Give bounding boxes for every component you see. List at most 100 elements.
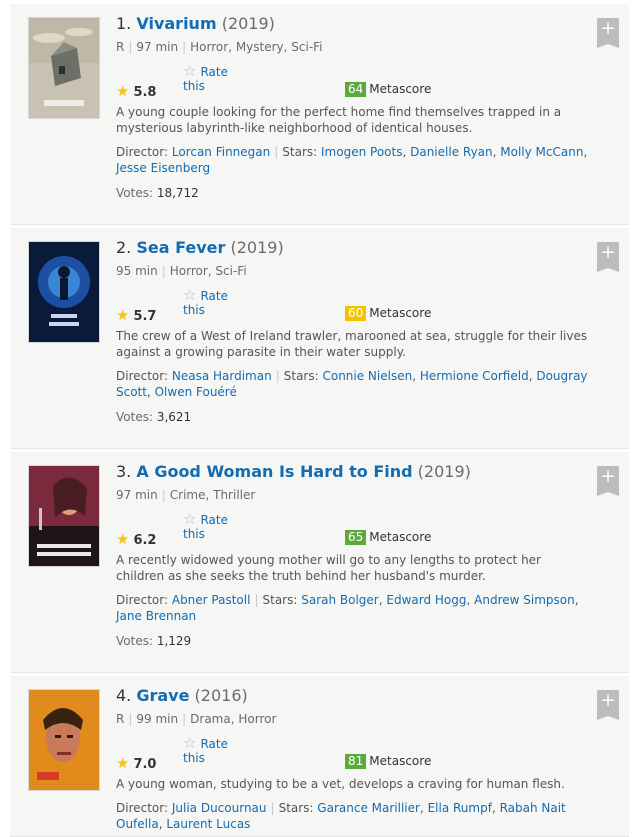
rate-label: Rate [200, 289, 228, 303]
metascore-label: Metascore [369, 306, 432, 320]
rating-value: 5.7 [133, 309, 157, 324]
rating-row: ★ 5.7 ☆ Rate this 60 Metascore [116, 288, 589, 326]
movie-card: +1. Vivarium (2019) R | 97 min | Horror, Myst… [10, 4, 629, 225]
metascore: 60 Metascore [345, 306, 431, 321]
director-label: Director: [116, 593, 172, 607]
imdb-rating: ★ 5.7 [116, 306, 156, 324]
genre: Drama, Horror [190, 712, 277, 726]
movie-description: A young woman, studying to be a vet, dev… [116, 777, 565, 791]
movie-details: 1. Vivarium (2019) R | 97 min | Horror, Myste… [116, 14, 589, 200]
star-link[interactable]: Laurent Lucas [166, 817, 250, 831]
metascore-badge: 65 [345, 530, 367, 545]
star-link[interactable]: Ella Rumpf [428, 801, 492, 815]
rate-label: Rate [200, 65, 228, 79]
poster-image[interactable] [28, 17, 100, 119]
movie-header: 4. Grave (2016) [116, 686, 589, 710]
poster-image[interactable] [28, 465, 100, 567]
director-link[interactable]: Abner Pastoll [172, 593, 251, 607]
star-link[interactable]: Andrew Simpson [474, 593, 575, 607]
rating-row: ★ 6.2 ☆ Rate this 65 Metascore [116, 512, 589, 550]
add-to-watchlist-button[interactable]: + [597, 242, 619, 272]
star-link[interactable]: Molly McCann [500, 145, 583, 159]
separator: | [161, 264, 166, 278]
stars-label: Stars: [262, 593, 302, 607]
credits: Director: Julia Ducournau | Stars: Garance… [116, 801, 566, 831]
rate-this-button[interactable]: ☆ Rate this [183, 510, 243, 542]
rate-this-label: this [183, 751, 205, 765]
movie-title-link[interactable]: A Good Woman Is Hard to Find [136, 462, 412, 481]
genre: Horror, Sci-Fi [169, 264, 247, 278]
stars-label: Stars: [283, 369, 323, 383]
votes-count: 3,621 [156, 410, 192, 424]
rate-this-button[interactable]: ☆ Rate this [183, 734, 243, 766]
movie-title-link[interactable]: Vivarium [136, 14, 216, 33]
votes: Votes: 3,621 [116, 410, 589, 424]
metascore-label: Metascore [369, 82, 432, 96]
genre: Horror, Mystery, Sci-Fi [190, 40, 323, 54]
movie-card: +3. A Good Woman Is Hard to Find (2019) 9… [10, 452, 629, 673]
stars-label: Stars: [282, 145, 322, 159]
rating-row: ★ 7.0 ☆ Rate this 81 Metascore [116, 736, 589, 774]
star-link[interactable]: Sarah Bolger [301, 593, 379, 607]
star-link[interactable]: Imogen Poots [321, 145, 402, 159]
movie-title-link[interactable]: Sea Fever [136, 238, 225, 257]
release-year: (2019) [216, 14, 275, 33]
runtime: 97 min [136, 40, 179, 54]
imdb-rating: ★ 6.2 [116, 530, 156, 548]
star-link[interactable]: Connie Nielsen [322, 369, 412, 383]
rate-label: Rate [200, 737, 228, 751]
star-icon: ★ [116, 82, 130, 100]
votes-label: Votes: [116, 186, 157, 200]
director-link[interactable]: Julia Ducournau [172, 801, 267, 815]
separator: | [182, 40, 187, 54]
director-link[interactable]: Lorcan Finnegan [172, 145, 270, 159]
rank-number: 4. [116, 686, 137, 705]
poster-image[interactable] [28, 241, 100, 343]
movie-header: 2. Sea Fever (2019) [116, 238, 589, 262]
director-label: Director: [116, 801, 172, 815]
star-link[interactable]: Olwen Fouéré [155, 385, 237, 399]
star-icon: ★ [116, 306, 130, 324]
release-year: (2016) [189, 686, 248, 705]
add-to-watchlist-button[interactable]: + [597, 690, 619, 720]
imdb-rating: ★ 5.8 [116, 82, 156, 100]
star-icon: ★ [116, 530, 130, 548]
separator: | [128, 712, 133, 726]
separator: | [182, 712, 187, 726]
director-label: Director: [116, 145, 172, 159]
metascore-badge: 81 [345, 754, 367, 769]
outline-star-icon: ☆ [183, 734, 197, 752]
star-link[interactable]: Danielle Ryan [410, 145, 493, 159]
votes: Votes: 1,129 [116, 634, 589, 648]
outline-star-icon: ☆ [183, 62, 197, 80]
rating-value: 6.2 [133, 533, 157, 548]
stars-label: Stars: [278, 801, 318, 815]
release-year: (2019) [412, 462, 471, 481]
rating-value: 7.0 [133, 757, 157, 772]
rank-number: 3. [116, 462, 137, 481]
rate-this-button[interactable]: ☆ Rate this [183, 288, 243, 318]
votes-label: Votes: [116, 634, 157, 648]
metascore: 64 Metascore [345, 82, 431, 97]
add-to-watchlist-button[interactable]: + [597, 466, 619, 496]
movie-details: 3. A Good Woman Is Hard to Find (2019) 97… [116, 462, 589, 648]
rate-this-button[interactable]: ☆ Rate this [183, 62, 243, 94]
director-link[interactable]: Neasa Hardiman [172, 369, 272, 383]
poster-image[interactable] [28, 689, 100, 791]
movie-meta: R | 99 min | Drama, Horror [116, 712, 589, 730]
outline-star-icon: ☆ [183, 510, 197, 528]
separator: | [128, 40, 133, 54]
genre: Crime, Thriller [169, 488, 256, 502]
metascore: 65 Metascore [345, 530, 431, 545]
rating-row: ★ 5.8 ☆ Rate this 64 Metascore [116, 64, 589, 102]
star-link[interactable]: Jesse Eisenberg [116, 161, 210, 175]
add-to-watchlist-button[interactable]: + [597, 18, 619, 48]
star-link[interactable]: Garance Marillier [317, 801, 420, 815]
votes-label: Votes: [116, 410, 157, 424]
star-link[interactable]: Hermione Corfield [420, 369, 529, 383]
star-link[interactable]: Jane Brennan [116, 609, 196, 623]
movie-header: 3. A Good Woman Is Hard to Find (2019) [116, 462, 589, 486]
star-link[interactable]: Edward Hogg [386, 593, 466, 607]
runtime: 95 min [116, 264, 158, 278]
movie-title-link[interactable]: Grave [136, 686, 189, 705]
